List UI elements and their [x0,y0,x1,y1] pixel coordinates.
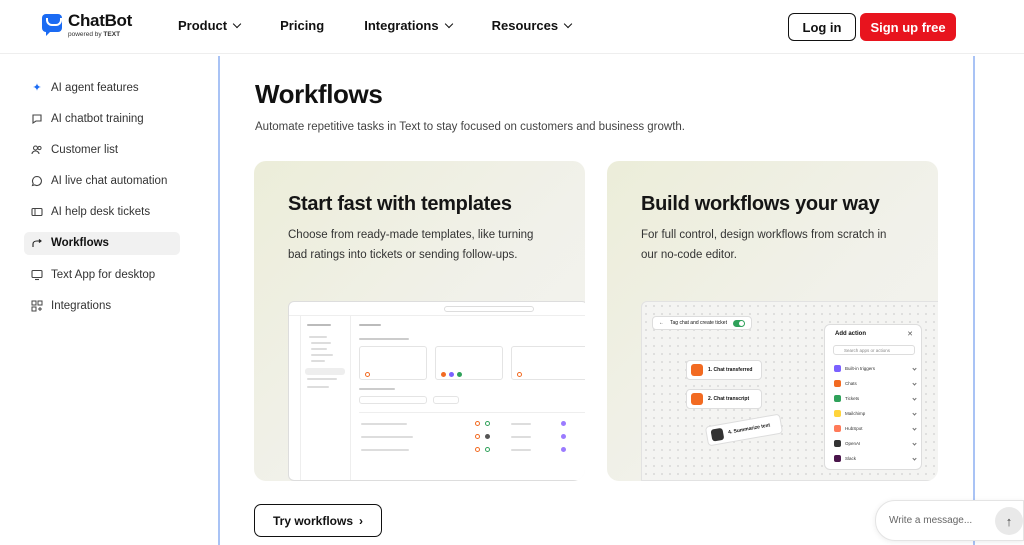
chevron-down-icon [563,19,573,29]
page-subtitle: Automate repetitive tasks in Text to sta… [255,121,685,133]
chat-circle-icon [31,175,43,187]
login-button[interactable]: Log in [788,13,856,41]
sidebar-item-ai-help-desk-tickets[interactable]: AI help desk tickets [24,201,180,224]
sidebar-item-ai-live-chat-automation[interactable]: AI live chat automation [24,170,180,193]
brand-name: ChatBot [68,11,132,30]
chat-node-icon [691,393,703,405]
action-search: Search apps or actions [833,345,915,355]
menu-product[interactable]: Product [178,18,242,33]
menu-pricing[interactable]: Pricing [280,18,324,33]
brand-powered-by: powered by TEXT [68,31,121,38]
action-row: OpenAI [834,438,917,449]
try-workflows-button[interactable]: Try workflows › [254,504,382,537]
ticket-icon [31,206,43,218]
sidebar-item-text-app-desktop[interactable]: Text App for desktop [24,263,180,286]
workflow-icon [31,237,43,249]
action-row: Tickets [834,393,917,404]
users-icon [31,144,43,156]
chevron-right-icon: › [359,513,364,528]
back-arrow-icon: ← [659,320,664,326]
chat-bubble-icon [31,113,43,125]
chatbot-logo[interactable]: ChatBot powered by TEXT [42,12,132,38]
active-toggle [732,319,745,327]
workflow-builder-screenshot: ← Tag chat and create ticket 1. Chat tra… [641,301,938,481]
page-title: Workflows [255,79,383,109]
sidebar-item-ai-agent-features[interactable]: ✦ AI agent features [24,76,180,99]
sparkle-icon: ✦ [32,82,42,94]
sidebar-item-integrations[interactable]: Integrations [24,294,180,317]
chat-node-icon [691,364,703,376]
action-row: Chats [834,378,917,389]
workflow-node: 2. Chat transcript [686,389,762,409]
signup-button[interactable]: Sign up free [860,13,956,41]
feature-sidebar: ✦ AI agent features AI chatbot training … [24,76,180,326]
grid-plus-icon [31,300,43,312]
top-navbar: ChatBot powered by TEXT Product Pricing … [0,0,1024,54]
action-row: Slack [834,453,917,464]
chatbot-logo-icon [42,14,62,36]
sidebar-item-workflows[interactable]: Workflows [24,231,180,255]
workflow-node: 1. Chat transferred [686,360,762,380]
card-title: Build workflows your way [641,193,880,215]
card-description: For full control, design workflows from … [641,229,887,261]
workflow-node: 4. Summarize text [704,413,784,447]
card-description: Choose from ready-made templates, like t… [288,229,534,261]
menu-resources[interactable]: Resources [492,18,573,33]
sidebar-item-customer-list[interactable]: Customer list [24,138,180,161]
main-menu: Product Pricing Integrations Resources [178,18,611,33]
card-title: Start fast with templates [288,193,512,215]
monitor-icon [31,269,43,281]
action-row: HubSpot [834,423,917,434]
templates-screenshot [288,301,585,481]
close-icon: ✕ [907,331,913,338]
openai-node-icon [710,427,725,442]
add-action-panel: Add action ✕ Search apps or actions Buil… [824,324,922,470]
menu-integrations[interactable]: Integrations [364,18,453,33]
workflow-name-pill: ← Tag chat and create ticket [652,316,752,330]
sidebar-item-ai-chatbot-training[interactable]: AI chatbot training [24,107,180,130]
send-arrow-icon[interactable]: ↑ [995,507,1023,535]
action-row: Built-in triggers [834,363,917,374]
chevron-down-icon [444,19,453,29]
templates-card: Start fast with templates Choose from re… [254,161,585,481]
builder-card: Build workflows your way For full contro… [607,161,938,481]
action-row: Mailchimp [834,408,917,419]
chevron-down-icon [232,19,242,29]
